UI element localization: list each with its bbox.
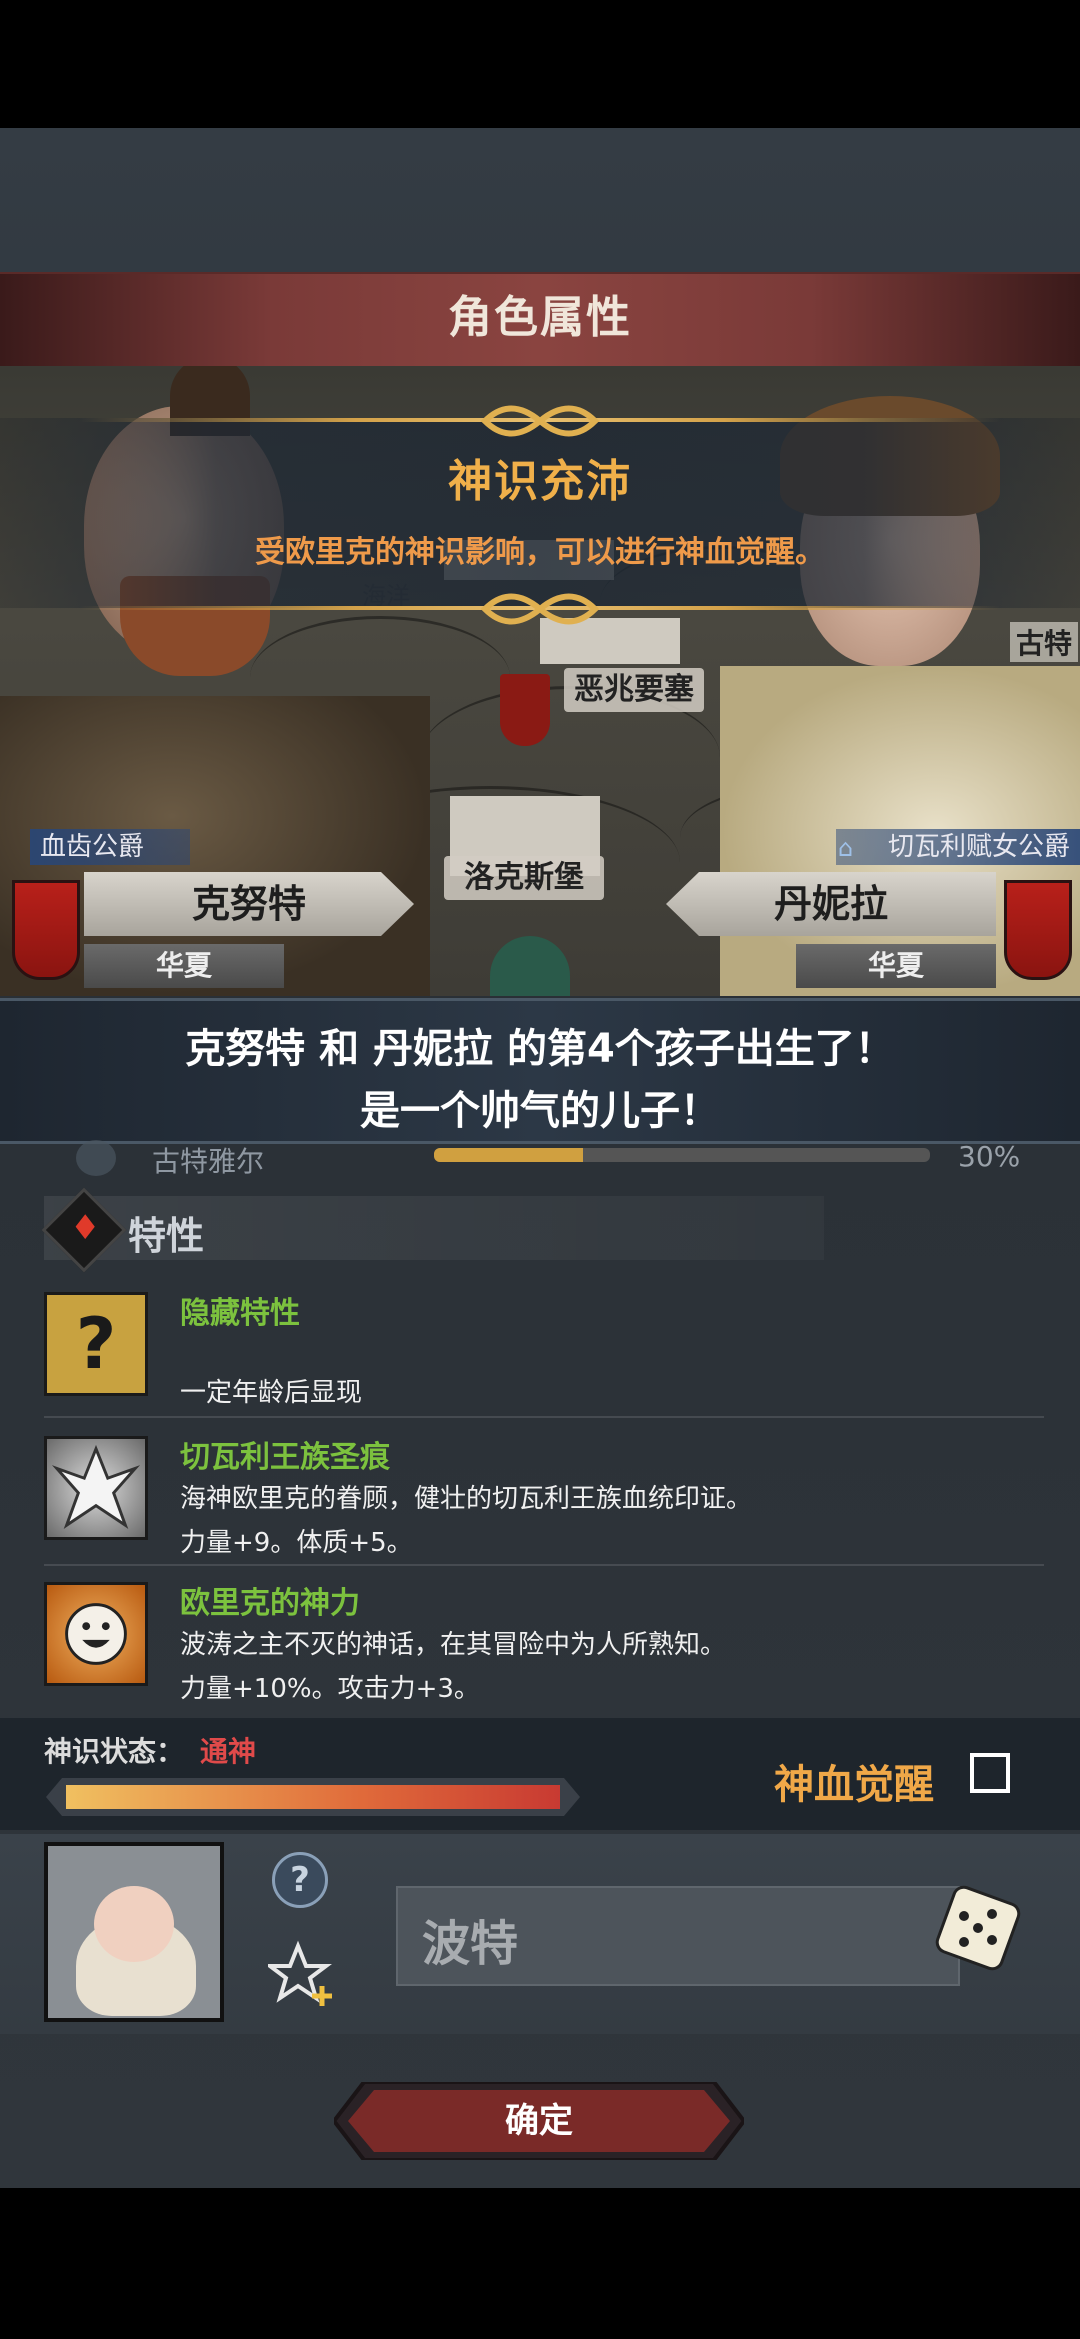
mother-title: 切瓦利赋女公爵 bbox=[836, 829, 1080, 865]
ornament-knot-bottom-icon bbox=[480, 593, 600, 625]
confirm-button[interactable]: 确定 bbox=[334, 2082, 744, 2160]
bottom-area bbox=[0, 2190, 1080, 2339]
map-edge-label: 古特 bbox=[1010, 622, 1079, 662]
divine-state-value: 通神 bbox=[200, 1735, 257, 1768]
map-banner-icon bbox=[500, 674, 550, 746]
banner-title: 神识充沛 bbox=[448, 456, 632, 507]
relation-percent: 30% bbox=[958, 1140, 1021, 1173]
smiling-sun-icon[interactable] bbox=[44, 1582, 148, 1686]
trait-name-1: 隐藏特性 bbox=[180, 1296, 300, 1331]
blood-awaken-label[interactable]: 神血觉醒 bbox=[774, 1752, 934, 1810]
trait-effect-2: 力量+9。体质+5。 bbox=[180, 1528, 413, 1558]
trait-name-3: 欧里克的神力 bbox=[180, 1586, 360, 1621]
question-mark-icon[interactable]: ? bbox=[44, 1292, 148, 1396]
relation-progress-bar bbox=[434, 1148, 930, 1162]
map-label-fortress: 恶兆要塞 bbox=[564, 668, 704, 712]
castle-small-icon: ⌂ bbox=[838, 834, 854, 862]
child-name-value[interactable]: 波特 bbox=[422, 1904, 518, 1974]
random-name-dice-icon[interactable] bbox=[930, 1880, 1026, 1976]
announcement-line-2: 是一个帅气的儿子！ bbox=[360, 1088, 720, 1134]
father-culture: 华夏 bbox=[84, 944, 284, 988]
father-crest-icon bbox=[12, 880, 80, 980]
trait-effect-3: 力量+10%。攻击力+3。 bbox=[180, 1674, 480, 1704]
newborn-portrait bbox=[44, 1842, 224, 2022]
trait-desc-3: 波涛之主不灭的神话，在其冒险中为人所熟知。 bbox=[180, 1630, 727, 1660]
banner-description: 受欧里克的神识影响，可以进行神血觉醒。 bbox=[255, 535, 825, 570]
mother-culture: 华夏 bbox=[796, 944, 996, 988]
map-label-castle: 洛克斯堡 bbox=[444, 856, 604, 900]
trait-divider bbox=[44, 1564, 1044, 1566]
father-title: 血齿公爵 bbox=[30, 829, 190, 865]
trait-desc-1: 一定年龄后显现 bbox=[180, 1378, 363, 1408]
blood-awaken-checkbox[interactable] bbox=[970, 1753, 1010, 1793]
relation-icon bbox=[76, 1140, 116, 1176]
divine-state-fill bbox=[66, 1785, 560, 1809]
trait-name-2: 切瓦利王族圣痕 bbox=[180, 1440, 390, 1475]
trait-desc-2: 海神欧里克的眷顾，健壮的切瓦利王族血统印证。 bbox=[180, 1484, 753, 1514]
flame-icon: ♦ bbox=[70, 1208, 101, 1248]
father-name[interactable]: 克努特 bbox=[84, 872, 414, 936]
royal-stigma-icon[interactable] bbox=[44, 1436, 148, 1540]
help-button[interactable]: ? bbox=[272, 1852, 328, 1908]
ornament-knot-top-icon bbox=[480, 405, 600, 437]
status-area bbox=[0, 0, 1080, 128]
shield-emblem-icon bbox=[490, 936, 570, 996]
divine-state-label: 神识状态： bbox=[44, 1735, 185, 1768]
announcement-line-1: 克努特 和 丹妮拉 的第4个孩子出生了！ bbox=[185, 1026, 895, 1072]
mother-crest-icon bbox=[1004, 880, 1072, 980]
faded-relation-row: 古特雅尔 30% bbox=[0, 1140, 1080, 1180]
trait-divider bbox=[44, 1416, 1044, 1418]
traits-title: 特性 bbox=[128, 1214, 205, 1258]
page-title: 角色属性 bbox=[448, 292, 632, 343]
mother-name[interactable]: 丹妮拉 bbox=[666, 872, 996, 936]
relation-name: 古特雅尔 bbox=[152, 1145, 265, 1178]
add-favorite-star-icon[interactable] bbox=[268, 1940, 338, 2010]
